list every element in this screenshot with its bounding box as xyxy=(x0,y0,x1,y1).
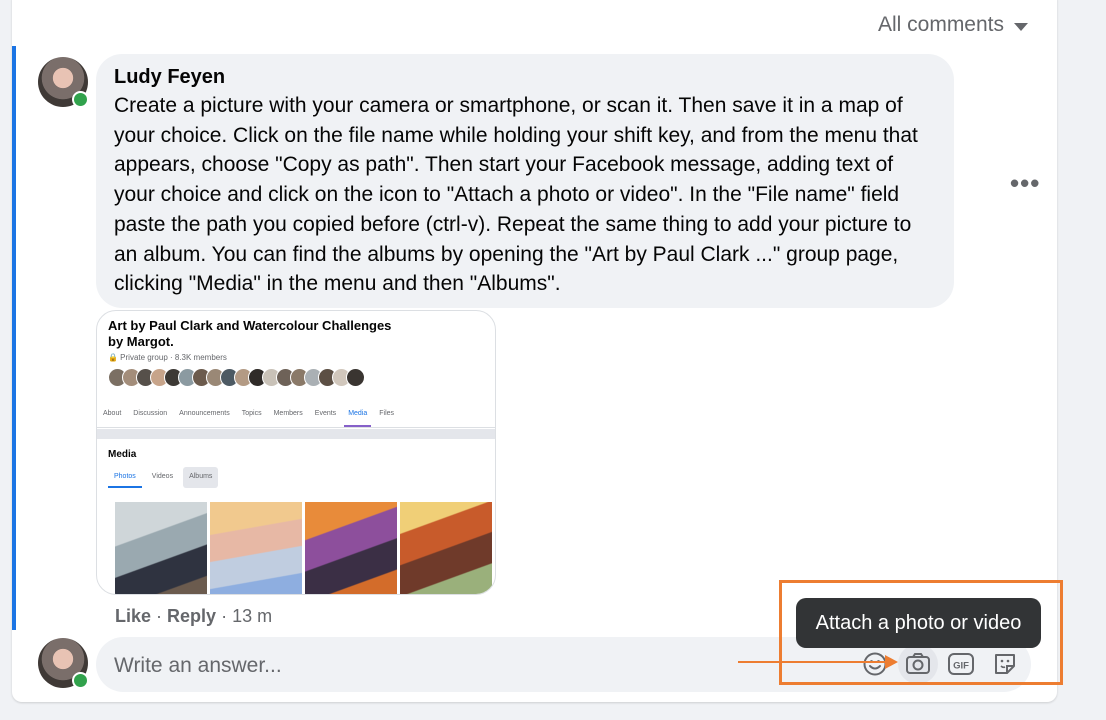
comment-actions: Like · Reply · 13 m xyxy=(115,606,272,627)
group-tab: Members xyxy=(273,410,303,417)
group-tab: Topics xyxy=(241,410,262,417)
painting-thumbnail xyxy=(115,502,207,594)
reply-link[interactable]: Reply xyxy=(167,606,216,626)
comment-timestamp[interactable]: 13 m xyxy=(232,606,272,626)
online-status-dot xyxy=(72,672,89,689)
caret-down-icon xyxy=(1014,23,1028,31)
thread-indicator xyxy=(12,46,16,630)
group-tab-active: Media xyxy=(342,399,373,427)
annotation-arrow-head xyxy=(885,655,898,669)
answer-input[interactable] xyxy=(96,637,816,694)
group-tab: Discussion xyxy=(133,410,168,417)
group-tab: Files xyxy=(379,410,395,417)
group-tab: Announcements xyxy=(179,410,230,417)
group-tab: Events xyxy=(314,410,337,417)
more-options-icon[interactable]: ••• xyxy=(1010,168,1040,199)
group-meta: 🔒 Private group · 8.3K members xyxy=(108,353,227,362)
online-status-dot xyxy=(72,91,89,108)
action-separator: · xyxy=(151,606,168,626)
media-photos xyxy=(115,502,492,594)
annotation-highlight-box xyxy=(779,580,1063,685)
media-subtabs: Photos Videos Albums xyxy=(108,467,219,488)
media-subtab: Videos xyxy=(151,473,174,480)
member-avatars xyxy=(108,368,365,387)
comment-filter-label: All comments xyxy=(877,13,1004,36)
media-subtab: Photos xyxy=(108,467,142,488)
painting-thumbnail xyxy=(305,502,397,594)
comment-author[interactable]: Ludy Feyen xyxy=(114,66,936,89)
avatar[interactable] xyxy=(38,57,89,108)
comment-bubble: Ludy Feyen Create a picture with your ca… xyxy=(96,54,954,308)
painting-thumbnail xyxy=(400,502,492,594)
group-tabs: About Discussion Announcements Topics Me… xyxy=(97,399,495,428)
group-tab: About xyxy=(103,410,122,417)
group-title: Art by Paul Clark and Watercolour Challe… xyxy=(108,318,392,349)
annotation-arrow xyxy=(738,661,886,663)
divider xyxy=(97,429,495,439)
comment-filter-dropdown[interactable]: All comments xyxy=(878,13,1028,37)
media-subtab: Albums xyxy=(183,467,219,488)
painting-thumbnail xyxy=(210,502,302,594)
action-separator: · xyxy=(216,606,233,626)
like-link[interactable]: Like xyxy=(115,606,151,626)
media-section-title: Media xyxy=(108,449,137,460)
composer-avatar[interactable] xyxy=(38,638,89,689)
attached-image[interactable]: Art by Paul Clark and Watercolour Challe… xyxy=(96,310,496,595)
comment-text: Create a picture with your camera or sma… xyxy=(114,94,918,296)
